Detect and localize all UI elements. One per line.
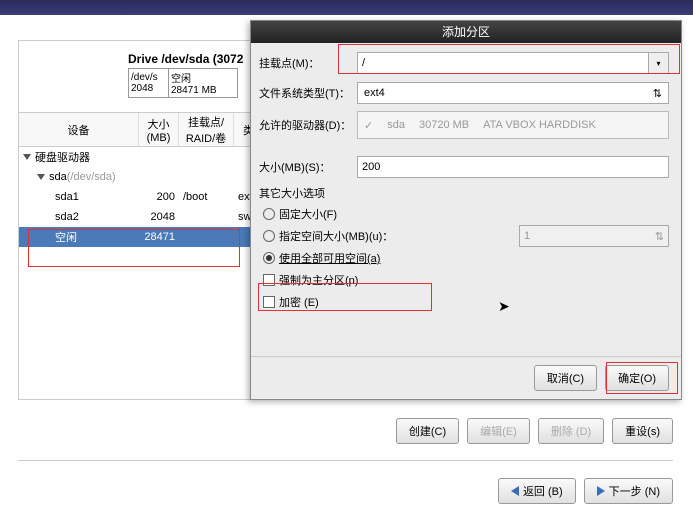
upto-spinner: 1⇅ [519, 225, 669, 247]
checkbox-icon [263, 274, 275, 286]
chevron-down-icon [23, 154, 31, 160]
reset-button[interactable]: 重设(s) [612, 418, 673, 444]
radio-fixed[interactable]: 固定大小(F) [259, 203, 669, 225]
allowed-drives-list[interactable]: ✓ sda 30720 MB ATA VBOX HARDDISK [357, 111, 669, 139]
other-size-label: 其它大小选项 [259, 185, 669, 201]
check-encrypt[interactable]: 加密 (E) [259, 291, 669, 313]
back-button[interactable]: 返回 (B) [498, 478, 576, 504]
add-partition-dialog: 添加分区 挂载点(M)： ▾ 文件系统类型(T)： ext4⇅ 允许的驱动器(D… [250, 20, 682, 400]
next-button[interactable]: 下一步 (N) [584, 478, 673, 504]
radio-all[interactable]: 使用全部可用空间(a) [259, 247, 669, 269]
arrow-right-icon [597, 486, 605, 496]
chevron-down-icon [37, 174, 45, 180]
check-primary[interactable]: 强制为主分区(p) [259, 269, 669, 291]
arrow-left-icon [511, 486, 519, 496]
drive-label: Drive /dev/sda (3072 [128, 52, 243, 66]
radio-icon [263, 230, 275, 242]
drive-free-size: 28471 MB [171, 85, 235, 96]
mount-label: 挂载点(M)： [259, 55, 357, 71]
top-bar [0, 0, 693, 15]
mount-combo[interactable]: ▾ [357, 52, 669, 74]
col-size[interactable]: 大小 (MB) [139, 113, 179, 146]
fstype-label: 文件系统类型(T)： [259, 85, 357, 101]
drive-check: ✓ [364, 119, 373, 132]
separator [18, 460, 673, 461]
partition-toolbar: 创建(C) 编辑(E) 删除 (D) 重设(s) [18, 418, 673, 444]
radio-upto[interactable]: 指定空间大小(MB)(u)： 1⇅ [259, 225, 669, 247]
mount-input[interactable] [357, 52, 649, 74]
ok-button[interactable]: 确定(O) [605, 365, 669, 391]
drives-label: 允许的驱动器(D)： [259, 111, 357, 133]
chevron-down-icon[interactable]: ▾ [649, 52, 669, 74]
drive-used: 2048 [131, 83, 166, 94]
col-mount[interactable]: 挂载点/ RAID/卷 [179, 113, 234, 146]
radio-icon [263, 208, 275, 220]
size-input[interactable] [357, 156, 669, 178]
size-label: 大小(MB)(S)： [259, 159, 357, 175]
cancel-button[interactable]: 取消(C) [534, 365, 597, 391]
updown-icon: ⇅ [655, 230, 664, 243]
edit-button: 编辑(E) [467, 418, 530, 444]
create-button[interactable]: 创建(C) [396, 418, 459, 444]
drive-dev: /dev/s [131, 72, 166, 83]
delete-button: 删除 (D) [538, 418, 604, 444]
dialog-title: 添加分区 [251, 21, 681, 43]
col-device[interactable]: 设备 [19, 113, 139, 146]
updown-icon: ⇅ [653, 87, 662, 100]
drive-usage-box: /dev/s 2048 空闲 28471 MB [128, 68, 238, 98]
drive-free-label: 空闲 [171, 70, 235, 85]
checkbox-icon [263, 296, 275, 308]
wizard-nav: 返回 (B) 下一步 (N) [18, 478, 673, 504]
radio-icon [263, 252, 275, 264]
fstype-select[interactable]: ext4⇅ [357, 82, 669, 104]
